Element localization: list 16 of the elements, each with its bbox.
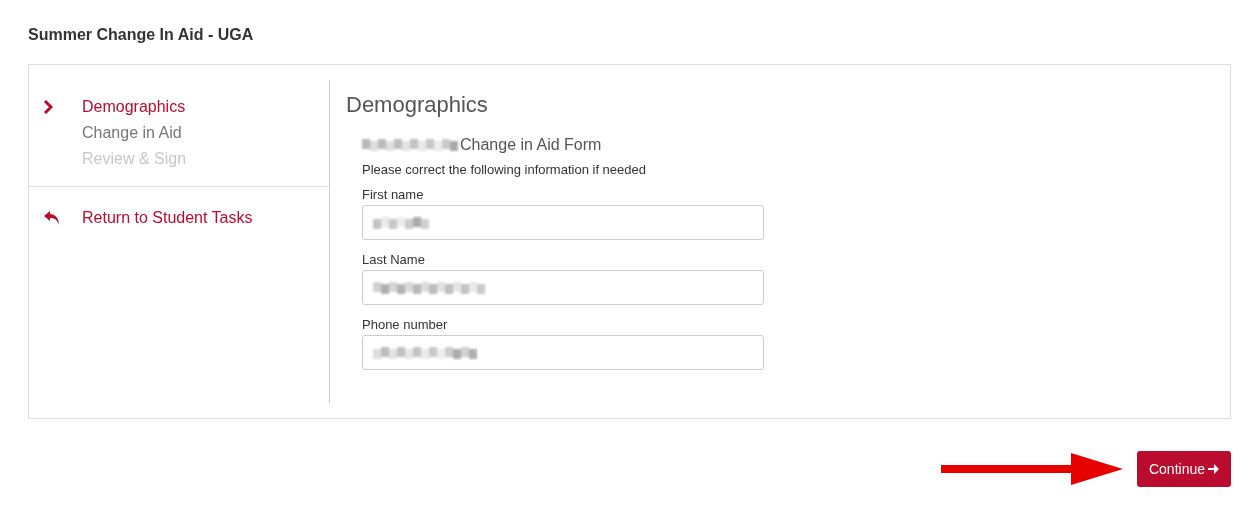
input-field[interactable] (362, 205, 764, 240)
step-item[interactable]: Change in Aid (82, 124, 182, 142)
input-field[interactable] (362, 270, 764, 305)
return-link[interactable]: Return to Student Tasks (82, 209, 253, 227)
step-item[interactable]: Demographics (82, 98, 186, 116)
page-title: Summer Change In Aid - UGA (28, 26, 255, 44)
arrow-right-icon (1207, 463, 1219, 475)
continue-button[interactable]: Continue (1136, 451, 1231, 487)
input-field[interactable] (362, 335, 764, 370)
field-label: Phone number (362, 317, 449, 332)
field-label: Last Name (362, 252, 426, 267)
instruction-text: Please correct the following information if needed (362, 162, 647, 177)
form-subtitle: Change in Aid Form (460, 136, 602, 154)
section-heading: Demographics (346, 92, 489, 118)
reply-arrow-icon (43, 210, 61, 226)
field-label: First name (362, 187, 425, 202)
